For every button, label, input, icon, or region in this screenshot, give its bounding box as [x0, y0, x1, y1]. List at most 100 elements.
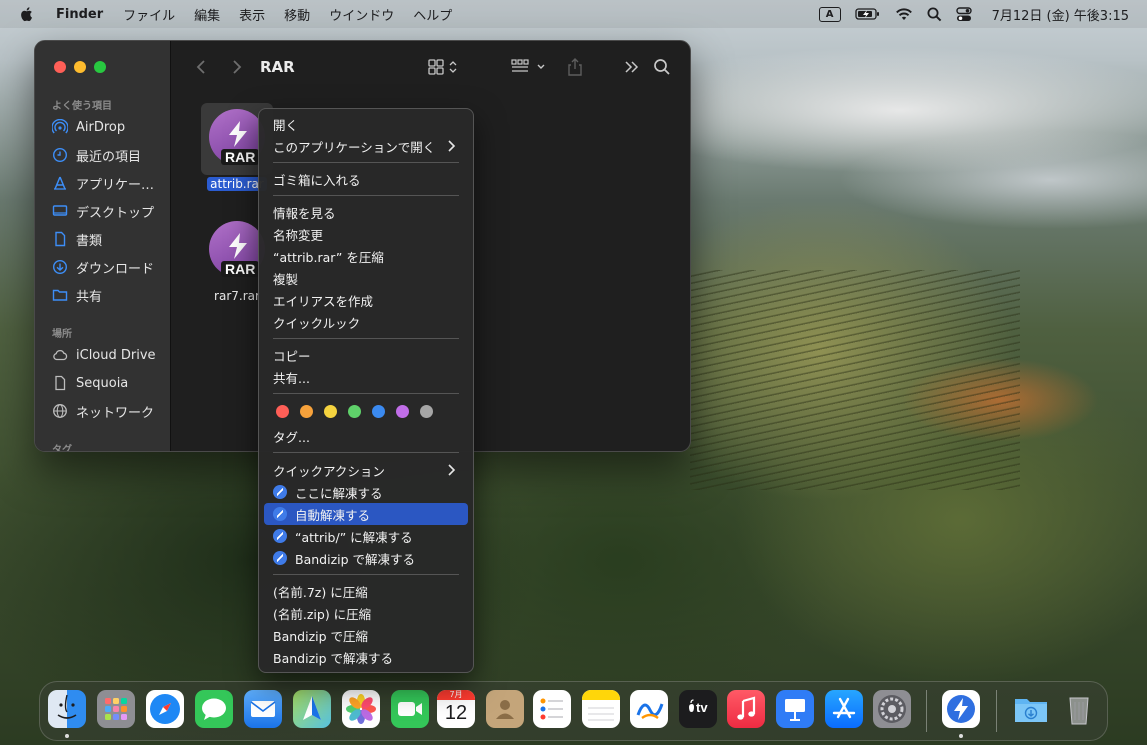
sidebar-item-label: アプリケー… — [76, 177, 155, 193]
rar-badge: RAR — [221, 261, 260, 277]
tag-gray-dot[interactable] — [420, 405, 433, 418]
menu-separator — [273, 338, 459, 339]
menu-item-make-alias[interactable]: エイリアスを作成 — [264, 289, 468, 311]
tag-green-dot[interactable] — [348, 405, 361, 418]
sidebar-item-label: ダウンロード — [76, 261, 155, 277]
menu-clock[interactable]: 7月12日 (金) 午後3:15 — [992, 5, 1129, 24]
menu-app-name[interactable]: Finder — [56, 7, 103, 22]
tag-purple-dot[interactable] — [396, 405, 409, 418]
menu-item-share[interactable]: 共有... — [264, 366, 468, 388]
dock-music-icon[interactable] — [727, 690, 765, 728]
menu-item-label: コピー — [273, 348, 311, 364]
menu-item-open[interactable]: 開く — [264, 113, 468, 135]
control-center-icon[interactable] — [955, 6, 972, 22]
forward-chevron-icon[interactable] — [226, 57, 246, 77]
menu-item-label: “attrib.rar” を圧縮 — [273, 249, 384, 265]
dock-system-settings-icon[interactable] — [873, 690, 911, 728]
sidebar-item-desktop[interactable]: デスクトップ — [52, 201, 154, 221]
running-indicator — [959, 734, 963, 738]
menu-window[interactable]: ウインドウ — [329, 5, 394, 24]
apple-icon[interactable] — [18, 5, 36, 23]
menu-go[interactable]: 移動 — [284, 5, 310, 24]
share-icon[interactable] — [565, 57, 585, 77]
dock-trash-icon[interactable] — [1060, 690, 1098, 728]
dock-reminders-icon[interactable] — [533, 690, 571, 728]
menu-help[interactable]: ヘルプ — [413, 5, 452, 24]
spotlight-search-icon[interactable] — [927, 7, 942, 22]
menu-edit[interactable]: 編集 — [194, 5, 220, 24]
menu-item-quick-look[interactable]: クイックルック — [264, 311, 468, 333]
sidebar-item-downloads[interactable]: ダウンロード — [52, 257, 154, 277]
menu-item-trash[interactable]: ゴミ箱に入れる — [264, 168, 468, 190]
wallpaper-vineyard — [690, 270, 1020, 490]
menu-item-extract-here[interactable]: ここに解凍する — [264, 481, 468, 503]
toolbar-overflow-icon[interactable] — [622, 57, 642, 77]
menu-file[interactable]: ファイル — [123, 5, 175, 24]
input-source-icon[interactable]: A — [818, 6, 841, 22]
menu-view[interactable]: 表示 — [239, 5, 265, 24]
back-chevron-icon[interactable] — [192, 57, 212, 77]
menu-item-label: 複製 — [273, 271, 299, 287]
sidebar-item-label: AirDrop — [76, 119, 126, 135]
dock-messages-icon[interactable] — [195, 690, 233, 728]
sidebar-item-label: 共有 — [76, 289, 103, 305]
menu-item-open-with[interactable]: このアプリケーションで開く — [264, 135, 468, 157]
menu-item-compress-7z[interactable]: (名前.7z) に圧縮 — [264, 580, 468, 602]
dock-launchpad-icon[interactable] — [97, 690, 135, 728]
tag-blue-dot[interactable] — [372, 405, 385, 418]
dock-calendar-icon[interactable]: 7月 12 — [437, 690, 475, 728]
dock-photos-icon[interactable] — [342, 690, 380, 728]
dock-maps-icon[interactable] — [293, 690, 331, 728]
menu-separator — [273, 452, 459, 453]
close-window-button[interactable] — [54, 61, 66, 73]
view-grid-icon[interactable] — [427, 57, 461, 77]
minimize-window-button[interactable] — [74, 61, 86, 73]
group-by-icon[interactable] — [510, 57, 548, 77]
menu-item-bandizip-compress[interactable]: Bandizip で圧縮 — [264, 624, 468, 646]
menu-item-copy[interactable]: コピー — [264, 344, 468, 366]
window-controls — [54, 61, 114, 73]
menu-item-label: 情報を見る — [273, 205, 336, 221]
menu-item-tags[interactable]: タグ... — [264, 425, 468, 447]
menu-item-compress[interactable]: “attrib.rar” を圧縮 — [264, 245, 468, 267]
dock-tv-icon[interactable]: tv — [679, 690, 717, 728]
dock-safari-icon[interactable] — [146, 690, 184, 728]
menu-item-auto-extract[interactable]: 自動解凍する — [264, 503, 468, 525]
dock-mail-icon[interactable] — [244, 690, 282, 728]
sidebar-item-sequoia[interactable]: Sequoia — [52, 373, 128, 393]
wifi-icon[interactable] — [895, 7, 913, 21]
menu-item-quick-actions[interactable]: クイックアクション — [264, 459, 468, 481]
search-icon[interactable] — [652, 57, 672, 77]
menu-item-get-info[interactable]: 情報を見る — [264, 201, 468, 223]
sidebar-item-network[interactable]: ネットワーク — [52, 401, 154, 421]
sidebar-item-recents[interactable]: 最近の項目 — [52, 145, 141, 165]
dock-keynote-icon[interactable] — [776, 690, 814, 728]
dock-notes-icon[interactable] — [582, 690, 620, 728]
dock-contacts-icon[interactable] — [486, 690, 524, 728]
battery-icon[interactable] — [854, 7, 881, 21]
sidebar-item-documents[interactable]: 書類 — [52, 229, 102, 249]
zoom-window-button[interactable] — [94, 61, 106, 73]
sidebar-item-airdrop[interactable]: AirDrop — [52, 117, 125, 137]
sidebar-item-shared[interactable]: 共有 — [52, 285, 102, 305]
menu-item-duplicate[interactable]: 複製 — [264, 267, 468, 289]
running-indicator — [65, 734, 69, 738]
dock-facetime-icon[interactable] — [391, 690, 429, 728]
dock-bandizip-icon[interactable] — [942, 690, 980, 728]
tag-orange-dot[interactable] — [300, 405, 313, 418]
menu-item-bandizip-extract[interactable]: Bandizip で解凍する — [264, 547, 468, 569]
menu-item-extract-to-folder[interactable]: “attrib/” に解凍する — [264, 525, 468, 547]
dock-freeform-icon[interactable] — [630, 690, 668, 728]
menu-item-compress-zip[interactable]: (名前.zip) に圧縮 — [264, 602, 468, 624]
menu-item-rename[interactable]: 名称変更 — [264, 223, 468, 245]
tag-red-dot[interactable] — [276, 405, 289, 418]
sidebar-item-icloud[interactable]: iCloud Drive — [52, 345, 156, 365]
sidebar-locations-header: 場所 — [52, 329, 72, 340]
sidebar-item-applications[interactable]: アプリケー… — [52, 173, 154, 193]
download-icon — [52, 259, 68, 275]
menu-item-bandizip-extract-2[interactable]: Bandizip で解凍する — [264, 646, 468, 668]
tag-yellow-dot[interactable] — [324, 405, 337, 418]
dock-downloads-folder-icon[interactable] — [1012, 690, 1050, 728]
dock-app-store-icon[interactable] — [825, 690, 863, 728]
dock-finder-icon[interactable] — [48, 690, 86, 728]
